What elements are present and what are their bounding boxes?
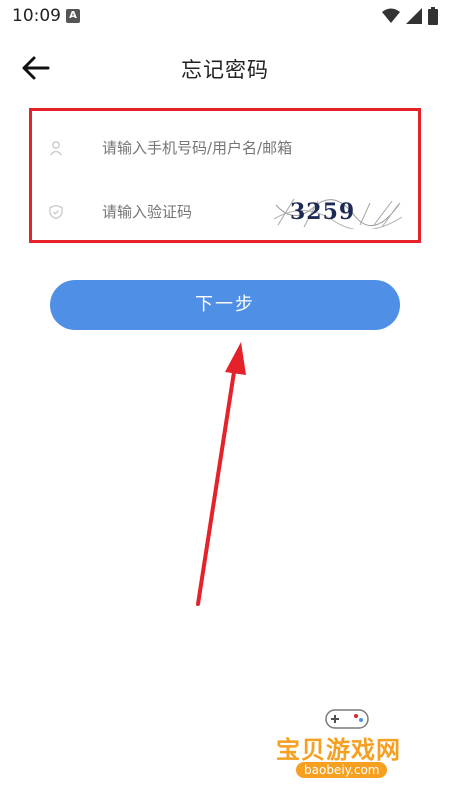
top-bar: 忘记密码 (0, 40, 450, 96)
captcha-image[interactable]: 3259 (274, 195, 402, 229)
verification-code-input[interactable] (102, 203, 262, 221)
captcha-text: 3259 (290, 199, 355, 225)
next-step-button[interactable]: 下一步 (50, 280, 400, 330)
signal-icon (406, 8, 422, 24)
account-row (32, 117, 418, 179)
user-icon (49, 141, 63, 156)
watermark-logo: 宝贝游戏网 baobeiy.com (270, 706, 430, 790)
status-bar: 10:09 A (0, 0, 450, 32)
page-title: 忘记密码 (181, 58, 269, 82)
account-input[interactable] (102, 139, 352, 157)
status-icons (382, 7, 438, 25)
code-row: 3259 (32, 181, 418, 243)
status-time: 10:09 (12, 6, 61, 26)
form-highlight-box: 3259 (29, 108, 421, 243)
watermark-cn: 宝贝游戏网 (276, 736, 401, 764)
battery-icon (428, 7, 438, 25)
shield-icon (49, 204, 63, 220)
wifi-icon (382, 8, 400, 23)
gamepad-icon (325, 709, 369, 729)
notification-a-icon: A (66, 9, 80, 23)
watermark-en: baobeiy.com (296, 762, 388, 778)
